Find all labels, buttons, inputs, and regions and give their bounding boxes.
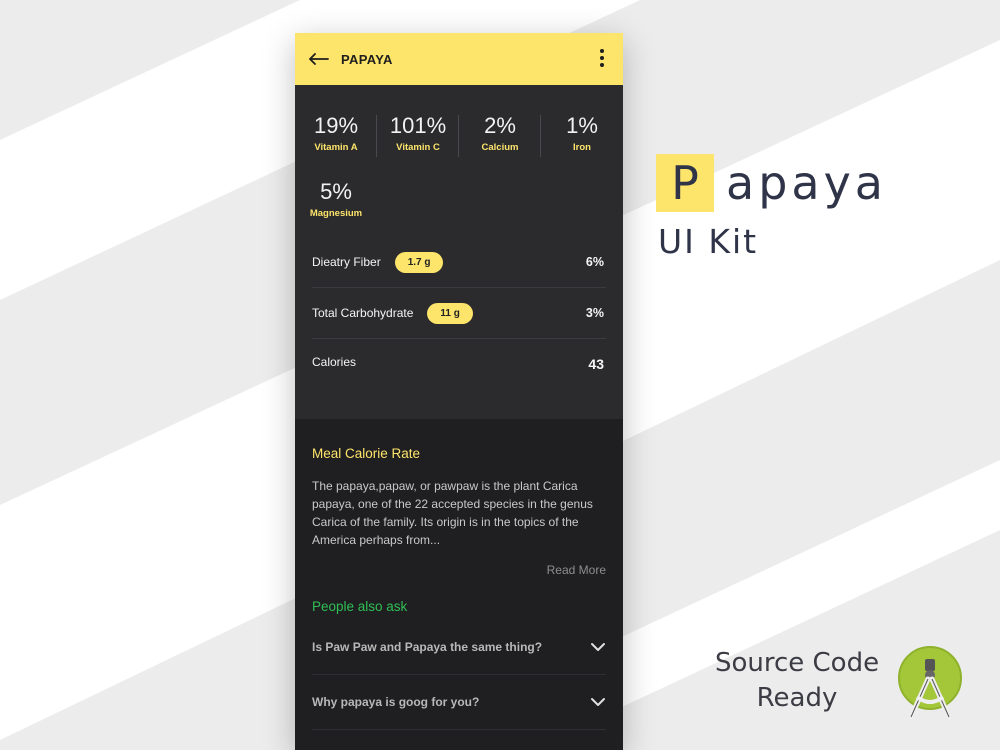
nutrient-item: 1% Iron: [541, 113, 623, 153]
stat-row-fiber: Dieatry Fiber 1.7 g 6%: [312, 237, 606, 288]
chevron-down-icon[interactable]: [590, 697, 606, 707]
stat-value: 6%: [585, 255, 604, 269]
stat-value: 3%: [585, 306, 604, 320]
stat-value: 43: [588, 356, 604, 372]
faq-item[interactable]: Why papaya is goog for you?: [312, 675, 606, 730]
nutrient-item: 2% Calcium: [459, 113, 541, 157]
faq-item[interactable]: Is Paw Paw and Papaya the same thing?: [312, 620, 606, 675]
nutrient-label: Iron: [573, 142, 591, 153]
read-more-link[interactable]: Read More: [312, 563, 606, 577]
nutrient-percent: 2%: [484, 113, 516, 138]
phone-screen: PAPAYA 19% Vitamin A 101% Vitamin C 2% C…: [295, 33, 623, 750]
app-bar: PAPAYA: [295, 33, 623, 85]
source-line-2: Ready: [756, 683, 838, 713]
stat-row-calories: Calories 43: [312, 339, 606, 389]
stat-row-carbohydrate: Total Carbohydrate 11 g 3%: [312, 288, 606, 339]
nutrient-summary: 19% Vitamin A 101% Vitamin C 2% Calcium …: [295, 85, 623, 389]
nutrient-percent: 1%: [566, 113, 598, 138]
page-title: PAPAYA: [341, 51, 393, 67]
stat-label: Calories: [312, 355, 357, 369]
more-vert-icon[interactable]: [599, 49, 605, 69]
nutrient-row: 5% Magnesium: [295, 153, 623, 219]
brand-first-letter: P: [671, 156, 699, 210]
source-code-caption: Source Code Ready: [712, 646, 882, 716]
amount-pill: 1.7 g: [394, 251, 444, 273]
android-studio-icon: [898, 646, 962, 720]
faq-question: Is Paw Paw and Papaya the same thing?: [312, 640, 543, 654]
nutrient-percent: 5%: [320, 179, 352, 204]
chevron-down-icon[interactable]: [590, 642, 606, 652]
nutrient-percent: 101%: [389, 113, 447, 138]
nutrient-label: Magnesium: [309, 208, 363, 219]
faq-question: Why papaya is goog for you?: [312, 695, 480, 709]
brand-subtitle: UI Kit: [658, 222, 759, 261]
nutrient-percent: 19%: [313, 113, 359, 138]
meal-title: Meal Calorie Rate: [312, 446, 421, 461]
stat-label: Dieatry Fiber: [312, 255, 381, 269]
brand-logo: P apaya: [656, 154, 887, 212]
source-line-1: Source Code: [714, 648, 880, 678]
nutrient-item: 5% Magnesium: [295, 179, 377, 219]
nutrient-item: 19% Vitamin A: [295, 113, 377, 157]
nutrient-item: 101% Vitamin C: [377, 113, 459, 157]
nutrient-label: Vitamin C: [396, 142, 440, 153]
stat-label: Total Carbohydrate: [312, 306, 414, 320]
brand-name: apaya: [726, 156, 887, 210]
nutrient-label: Vitamin A: [314, 142, 358, 153]
people-ask-title: People also ask: [312, 599, 408, 614]
brand-letter-box: P: [656, 154, 714, 212]
nutrient-label: Calcium: [481, 142, 519, 153]
back-arrow-icon[interactable]: [309, 48, 331, 70]
nutrient-row: 19% Vitamin A 101% Vitamin C 2% Calcium …: [295, 85, 623, 157]
details-section: Meal Calorie Rate The papaya,papaw, or p…: [295, 419, 623, 750]
amount-pill: 11 g: [427, 302, 473, 324]
meal-description: The papaya,papaw, or pawpaw is the plant…: [312, 479, 593, 547]
